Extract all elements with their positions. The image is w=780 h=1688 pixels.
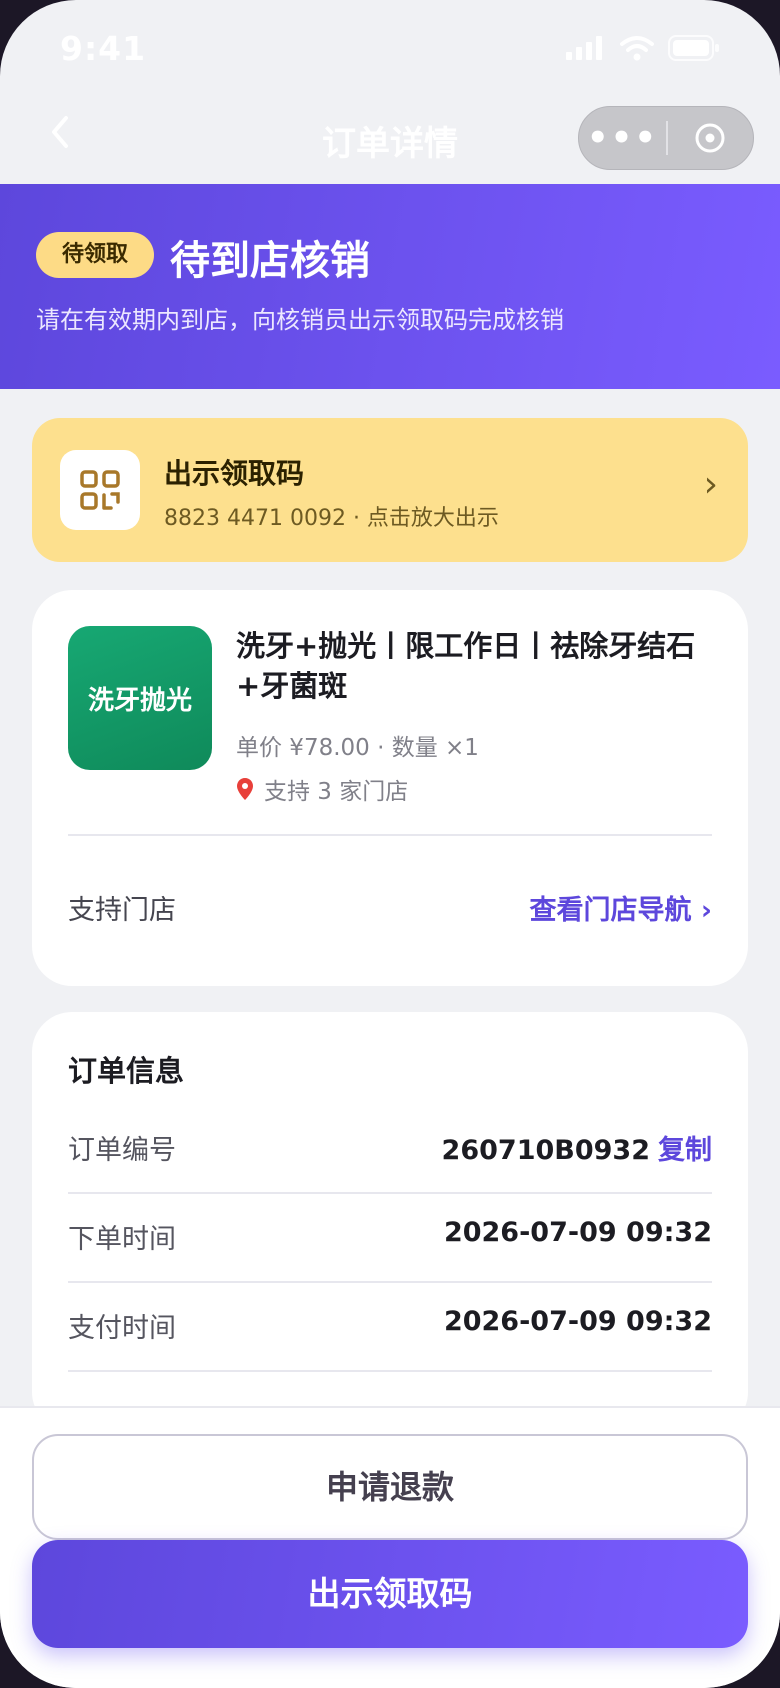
location-pin-icon [237,778,253,800]
close-target-icon[interactable] [668,121,753,155]
wifi-icon [620,36,654,61]
product-price: 单价 ¥78.00 · 数量 ×1 [236,735,479,761]
order-row-paid-time: 支付时间 2026-07-09 09:32 [68,1286,712,1374]
signal-icon [566,36,602,60]
store-label: 支持门店 [68,895,176,926]
product-name: 洗牙+抛光丨限工作日丨祛除牙结石+牙菌斑 [236,629,696,703]
pickup-code-card[interactable]: 出示领取码 8823 4471 0092 · 点击放大出示 › [32,418,748,562]
order-number: 260710B0932 [441,1135,650,1166]
pickup-code-title: 出示领取码 [164,457,305,490]
status-banner: 待领取 待到店核销 请在有效期内到店，向核销员出示领取码完成核销 [0,184,780,389]
order-info-title: 订单信息 [68,1054,185,1088]
order-row-value: 2026-07-09 09:32 [443,1306,712,1337]
status-time: 9:41 [60,28,147,68]
qr-code-icon [60,450,140,530]
chevron-right-icon: › [703,464,718,505]
mini-program-capsule: ••• [578,106,754,170]
order-row-number: 订单编号 260710B0932 复制 [68,1108,712,1196]
product-store-count: 支持 3 家门店 [236,772,408,806]
order-row-label: 下单时间 [68,1224,176,1255]
refund-button[interactable]: 申请退款 [32,1434,748,1540]
order-row-created-time: 下单时间 2026-07-09 09:32 [68,1197,712,1285]
divider [68,834,712,836]
divider [68,1281,712,1283]
order-row-value: 2026-07-09 09:32 [443,1217,712,1248]
status-title: 待到店核销 [170,238,370,284]
order-row-value: 260710B0932 复制 [442,1128,712,1167]
status-bar: 9:41 [0,0,780,96]
phone-screen: 9:41 订单详情 ••• 待领取 待到店核销 请在有效期内到店，向核销员出示领… [0,0,780,1688]
show-code-button[interactable]: 出示领取码 [32,1540,748,1648]
store-navigation-link[interactable]: 查看门店导航 › [529,888,712,927]
product-card: 洗牙抛光 洗牙+抛光丨限工作日丨祛除牙结石+牙菌斑 单价 ¥78.00 · 数量… [32,590,748,986]
battery-icon [668,35,719,61]
product-store-text: 支持 3 家门店 [264,779,409,805]
order-info-card: 订单信息 订单编号 260710B0932 复制 下单时间 2026-07-09 … [32,1012,748,1432]
product-thumbnail-label: 洗牙抛光 [87,685,192,716]
back-icon[interactable] [48,112,72,162]
bottom-action-bar: 申请退款 出示领取码 [0,1406,780,1688]
copy-button[interactable]: 复制 [658,1135,712,1166]
divider [68,1370,712,1372]
page-title: 订单详情 [322,123,458,164]
more-icon[interactable]: ••• [579,118,666,158]
order-row-label: 订单编号 [68,1135,176,1166]
divider [68,1192,712,1194]
status-subtitle: 请在有效期内到店，向核销员出示领取码完成核销 [36,306,564,334]
nav-bar: 订单详情 ••• [0,96,780,184]
status-badge: 待领取 [36,232,154,278]
status-icons [566,35,720,61]
pickup-code-number: 8823 4471 0092 · 点击放大出示 [164,506,499,531]
order-row-label: 支付时间 [68,1313,176,1344]
product-thumbnail: 洗牙抛光 [68,626,212,770]
